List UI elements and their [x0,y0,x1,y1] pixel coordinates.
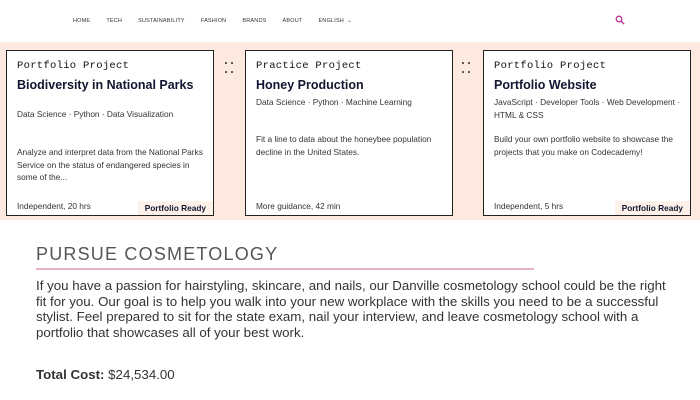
card-title[interactable]: Portfolio Website [494,79,684,92]
search-icon[interactable] [615,15,625,25]
nav-item-about[interactable]: ABOUT [282,18,302,24]
top-nav: HOME TECH SUSTAINABILITY FASHION BRANDS … [0,0,700,42]
total-cost-value: $24,534.00 [108,367,175,382]
nav-item-fashion[interactable]: FASHION [201,18,227,24]
total-cost-label: Total Cost: [36,367,105,382]
nav-item-tech[interactable]: TECH [106,18,122,24]
nav-menu: HOME TECH SUSTAINABILITY FASHION BRANDS … [73,18,368,24]
card-kicker: Portfolio Project [17,60,130,72]
card-tags: JavaScript · Developer Tools · Web Devel… [494,97,680,120]
project-card[interactable]: Portfolio Project Biodiversity in Nation… [6,50,214,216]
nav-item-brands[interactable]: BRANDS [242,18,266,24]
project-card[interactable]: Practice Project Honey Production Data S… [245,50,453,216]
portfolio-ready-badge: Portfolio Ready [137,201,213,215]
nav-item-sustainability[interactable]: SUSTAINABILITY [138,18,185,24]
section-title: PURSUE COSMETOLOGY [36,244,279,264]
nav-item-home[interactable]: HOME [73,18,90,24]
card-title[interactable]: Biodiversity in National Parks [17,79,207,92]
drag-dots-icon [461,61,471,75]
card-description: Analyze and interpret data from the Nati… [17,147,203,182]
project-card[interactable]: Portfolio Project Portfolio Website Java… [483,50,691,216]
card-description: Build your own portfolio website to show… [494,134,673,157]
section-body: If you have a passion for hairstyling, s… [36,278,666,340]
drag-dots-icon [224,61,234,75]
chevron-down-icon: ⌄ [346,18,353,24]
card-kicker: Portfolio Project [494,60,607,72]
card-title[interactable]: Honey Production [256,79,446,92]
card-footer: Independent, 5 hrs [494,201,564,211]
card-tags: Data Science · Python · Machine Learning [256,97,412,107]
portfolio-ready-badge: Portfolio Ready [614,201,690,215]
title-divider [36,268,534,270]
card-footer: Independent, 20 hrs [17,201,91,211]
card-kicker: Practice Project [256,60,362,72]
card-tags: Data Science · Python · Data Visualizati… [17,109,174,119]
total-cost: Total Cost: $24,534.00 [36,367,175,382]
language-label: ENGLISH [318,18,344,24]
language-selector[interactable]: ENGLISH ⌄ [318,18,352,24]
card-footer: More guidance, 42 min [256,201,341,211]
card-description: Fit a line to data about the honeybee po… [256,134,432,157]
